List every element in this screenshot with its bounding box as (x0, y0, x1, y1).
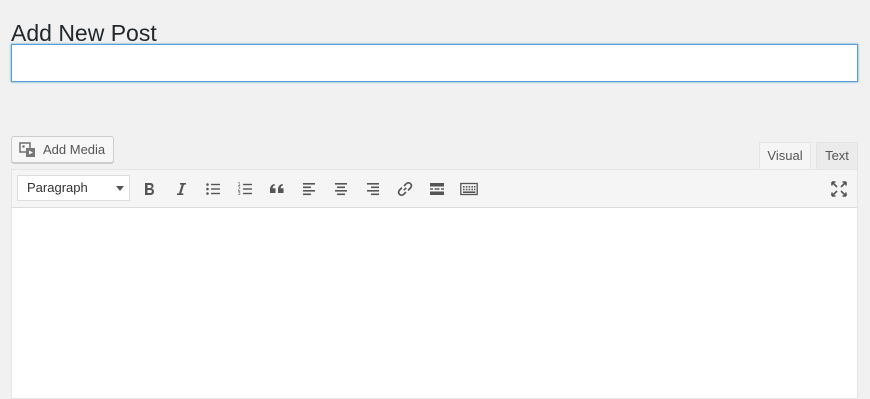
align-center-button[interactable] (328, 176, 354, 202)
format-select[interactable]: Paragraph (17, 175, 130, 201)
blockquote-icon (270, 184, 284, 193)
align-right-button[interactable] (360, 176, 386, 202)
align-right-icon (367, 183, 379, 196)
link-icon (397, 181, 413, 197)
editor-content-area[interactable] (12, 208, 857, 398)
align-left-button[interactable] (296, 176, 322, 202)
insert-link-button[interactable] (392, 176, 418, 202)
align-left-icon (303, 183, 315, 196)
add-media-button[interactable]: Add Media (11, 136, 114, 163)
bulleted-list-button[interactable] (200, 176, 226, 202)
numbered-list-button[interactable]: 1 2 3 (232, 176, 258, 202)
toolbar-toggle-button[interactable] (456, 176, 482, 202)
editor-container: Paragraph 1 2 3 (11, 169, 858, 399)
keyboard-icon (460, 182, 478, 196)
numbered-list-icon: 1 2 3 (238, 182, 252, 197)
italic-icon (177, 183, 186, 195)
chevron-down-icon (116, 186, 124, 191)
bold-icon (145, 183, 154, 195)
bold-button[interactable] (136, 176, 162, 202)
tab-text[interactable]: Text (816, 142, 858, 170)
add-media-label: Add Media (43, 142, 106, 157)
italic-button[interactable] (168, 176, 194, 202)
svg-text:3: 3 (238, 191, 241, 197)
read-more-icon (430, 183, 444, 195)
editor-toolbar: Paragraph 1 2 3 (12, 170, 857, 208)
distraction-free-button[interactable] (826, 176, 852, 202)
align-center-icon (335, 183, 347, 196)
fullscreen-icon (831, 181, 847, 197)
post-title-input[interactable] (11, 44, 858, 82)
format-select-value: Paragraph (27, 180, 88, 195)
insert-read-more-button[interactable] (424, 176, 450, 202)
bulleted-list-icon (206, 183, 220, 195)
media-icon (19, 141, 37, 159)
tab-visual[interactable]: Visual (759, 142, 811, 170)
blockquote-button[interactable] (264, 176, 290, 202)
